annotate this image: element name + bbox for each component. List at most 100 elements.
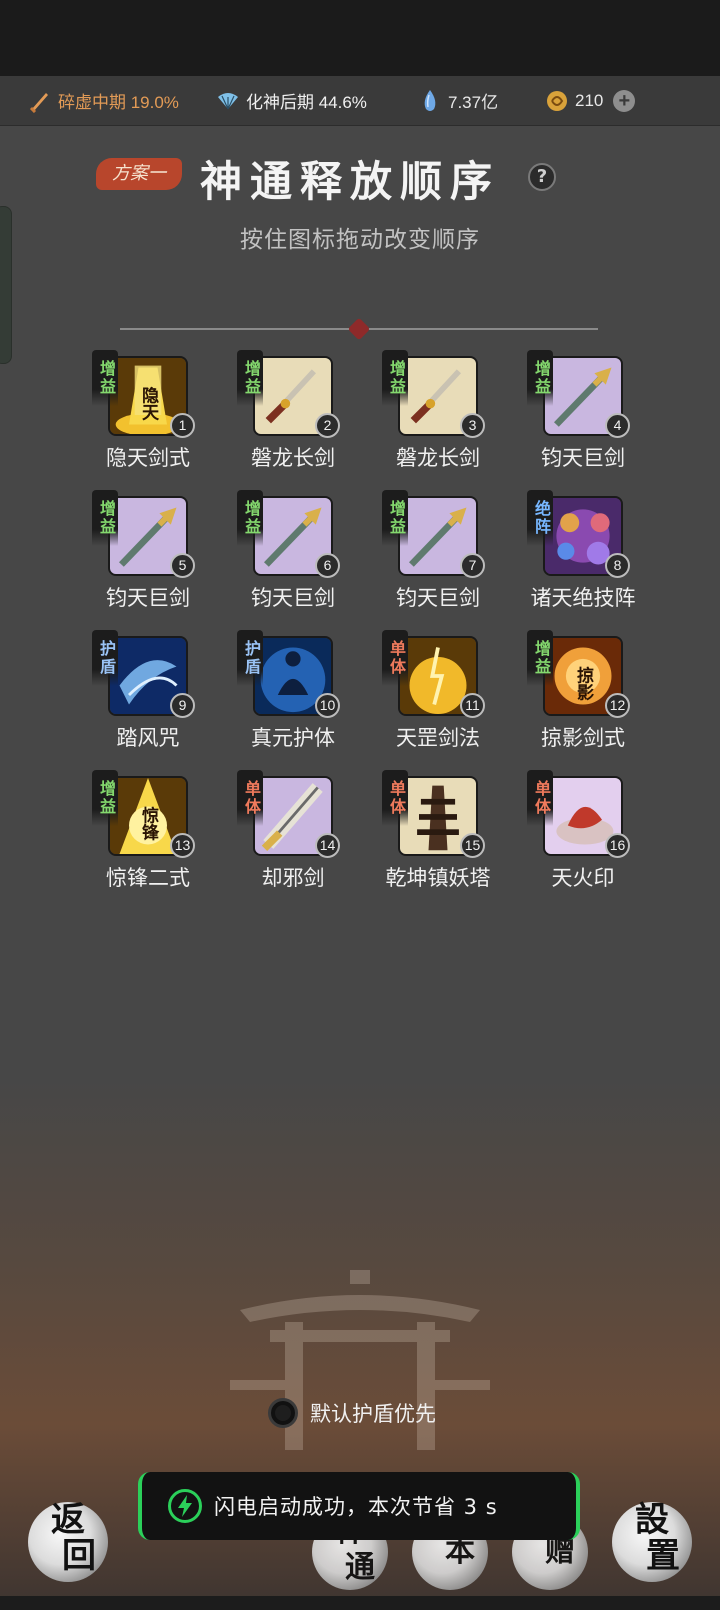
skill-order-grid: 增益 隐天 1 隐天剑式 增益 2 磐龙长剑 增益 3 磐龙长剑 增益 4 钧天巨剑 增益 5 钧天巨剑 增益 6… [88, 350, 648, 890]
skill-order-number: 4 [605, 413, 630, 438]
skill-order-number: 5 [170, 553, 195, 578]
skill-order-number: 8 [605, 553, 630, 578]
skill-slot[interactable]: 增益 5 钧天巨剑 [88, 490, 233, 610]
skill-name: 踏风咒 [116, 726, 180, 750]
skill-order-number: 13 [170, 833, 195, 858]
skill-type-badge: 单体 [382, 770, 408, 826]
skill-type-badge: 增益 [237, 490, 263, 546]
back-button-char-2: 回 [62, 1536, 96, 1576]
settings-button-char-1: 設 [635, 1500, 669, 1540]
page-subtitle: 按住图标拖动改变顺序 [240, 227, 480, 253]
resource-bar: 碎虚中期 19.0% 化神后期 44.6% 7.37亿 210 + [0, 76, 720, 126]
spirit-stone-count: 7.37亿 [418, 88, 498, 113]
coin-icon [545, 89, 569, 113]
skill-slot[interactable]: 绝阵 8 诸天绝技阵 [523, 490, 668, 610]
skill-slot[interactable]: 增益 3 磐龙长剑 [378, 350, 523, 470]
skill-type-badge: 护盾 [237, 630, 263, 686]
back-button-char-1: 返 [51, 1500, 85, 1540]
add-currency-button[interactable]: + [613, 89, 636, 112]
svg-text:惊锋: 惊锋 [138, 806, 159, 842]
skill-slot[interactable]: 单体 14 却邪剑 [233, 770, 378, 890]
skill-name: 惊锋二式 [106, 866, 190, 890]
skill-type-badge: 单体 [527, 770, 553, 826]
skill-order-number: 10 [315, 693, 340, 718]
skill-name: 钧天巨剑 [251, 586, 335, 610]
skill-name: 天罡剑法 [396, 726, 480, 750]
plan-tag[interactable]: 方案一 [96, 158, 182, 190]
skill-order-number: 2 [315, 413, 340, 438]
top-decorative-pattern [0, 0, 720, 76]
skill-slot[interactable]: 增益 4 钧天巨剑 [523, 350, 668, 470]
skill-slot[interactable]: 增益 7 钧天巨剑 [378, 490, 523, 610]
currency-text: 210 [575, 90, 604, 110]
skill-order-number: 7 [460, 553, 485, 578]
skill-slot[interactable]: 增益 隐天 1 隐天剑式 [88, 350, 233, 470]
settings-button[interactable]: 設 置 [612, 1502, 692, 1582]
toast-notification: 闪电启动成功，本次节省 3 s [138, 1472, 580, 1540]
svg-text:掠影: 掠影 [573, 666, 594, 702]
skill-order-number: 6 [315, 553, 340, 578]
sword-icon [28, 89, 52, 113]
skill-slot[interactable]: 单体 16 天火印 [523, 770, 668, 890]
skill-slot[interactable]: 增益 惊锋 13 惊锋二式 [88, 770, 233, 890]
settings-button-char-2: 置 [646, 1536, 680, 1576]
tab-shentong-char-2: 通 [345, 1550, 375, 1585]
divider-ornament [347, 317, 371, 341]
skill-order-number: 1 [170, 413, 195, 438]
spirit-stone-icon [418, 89, 442, 113]
svg-text:隐天: 隐天 [138, 386, 159, 422]
skill-type-badge: 增益 [527, 630, 553, 686]
back-button[interactable]: 返 回 [28, 1502, 108, 1582]
skill-slot[interactable]: 单体 15 乾坤镇妖塔 [378, 770, 523, 890]
skill-name: 却邪剑 [261, 866, 325, 890]
skill-order-number: 9 [170, 693, 195, 718]
skill-type-badge: 增益 [382, 350, 408, 406]
skill-type-badge: 增益 [237, 350, 263, 406]
skill-name: 磐龙长剑 [251, 446, 335, 470]
skill-name: 真元护体 [251, 726, 335, 750]
skill-order-number: 15 [460, 833, 485, 858]
skill-name: 天火印 [551, 866, 615, 890]
spirit-stone-text: 7.37亿 [448, 93, 499, 112]
lightning-icon [168, 1489, 202, 1523]
skill-order-number: 14 [315, 833, 340, 858]
skill-slot[interactable]: 增益 掠影 12 掠影剑式 [523, 630, 668, 750]
skill-name: 诸天绝技阵 [530, 586, 636, 610]
realm-main-text: 碎虚中期 19.0% [58, 93, 179, 112]
bottom-strip [0, 1596, 720, 1610]
help-button[interactable]: ? [528, 163, 556, 191]
shield-priority-label: 默认护盾优先 [310, 1402, 436, 1426]
skill-name: 乾坤镇妖塔 [385, 866, 491, 890]
skill-name: 钧天巨剑 [106, 586, 190, 610]
fan-icon [216, 89, 240, 113]
skill-type-badge: 单体 [237, 770, 263, 826]
skill-type-badge: 增益 [382, 490, 408, 546]
skill-name: 磐龙长剑 [396, 446, 480, 470]
skill-slot[interactable]: 增益 6 钧天巨剑 [233, 490, 378, 610]
skill-order-number: 12 [605, 693, 630, 718]
skill-type-badge: 单体 [382, 630, 408, 686]
skill-slot[interactable]: 护盾 9 踏风咒 [88, 630, 233, 750]
shield-priority-toggle[interactable]: 默认护盾优先 [268, 1398, 436, 1428]
skill-name: 掠影剑式 [541, 726, 625, 750]
shield-priority-radio[interactable] [268, 1398, 298, 1428]
skill-type-badge: 增益 [527, 350, 553, 406]
skill-type-badge: 绝阵 [527, 490, 553, 546]
realm-progress-main: 碎虚中期 19.0% [28, 88, 179, 113]
skill-name: 隐天剑式 [106, 446, 190, 470]
skill-order-number: 16 [605, 833, 630, 858]
skill-type-badge: 增益 [92, 770, 118, 826]
skill-type-badge: 护盾 [92, 630, 118, 686]
skill-slot[interactable]: 单体 11 天罡剑法 [378, 630, 523, 750]
page-title: 神通释放顺序 [200, 157, 501, 206]
skill-name: 钧天巨剑 [396, 586, 480, 610]
currency-count: 210 + [545, 89, 636, 113]
toast-text: 闪电启动成功，本次节省 3 s [214, 1495, 498, 1519]
skill-type-badge: 增益 [92, 490, 118, 546]
skill-slot[interactable]: 护盾 10 真元护体 [233, 630, 378, 750]
skill-name: 钧天巨剑 [541, 446, 625, 470]
realm-secondary-text: 化神后期 44.6% [246, 93, 367, 112]
skill-slot[interactable]: 增益 2 磐龙长剑 [233, 350, 378, 470]
skill-order-number: 11 [460, 693, 485, 718]
skill-order-number: 3 [460, 413, 485, 438]
